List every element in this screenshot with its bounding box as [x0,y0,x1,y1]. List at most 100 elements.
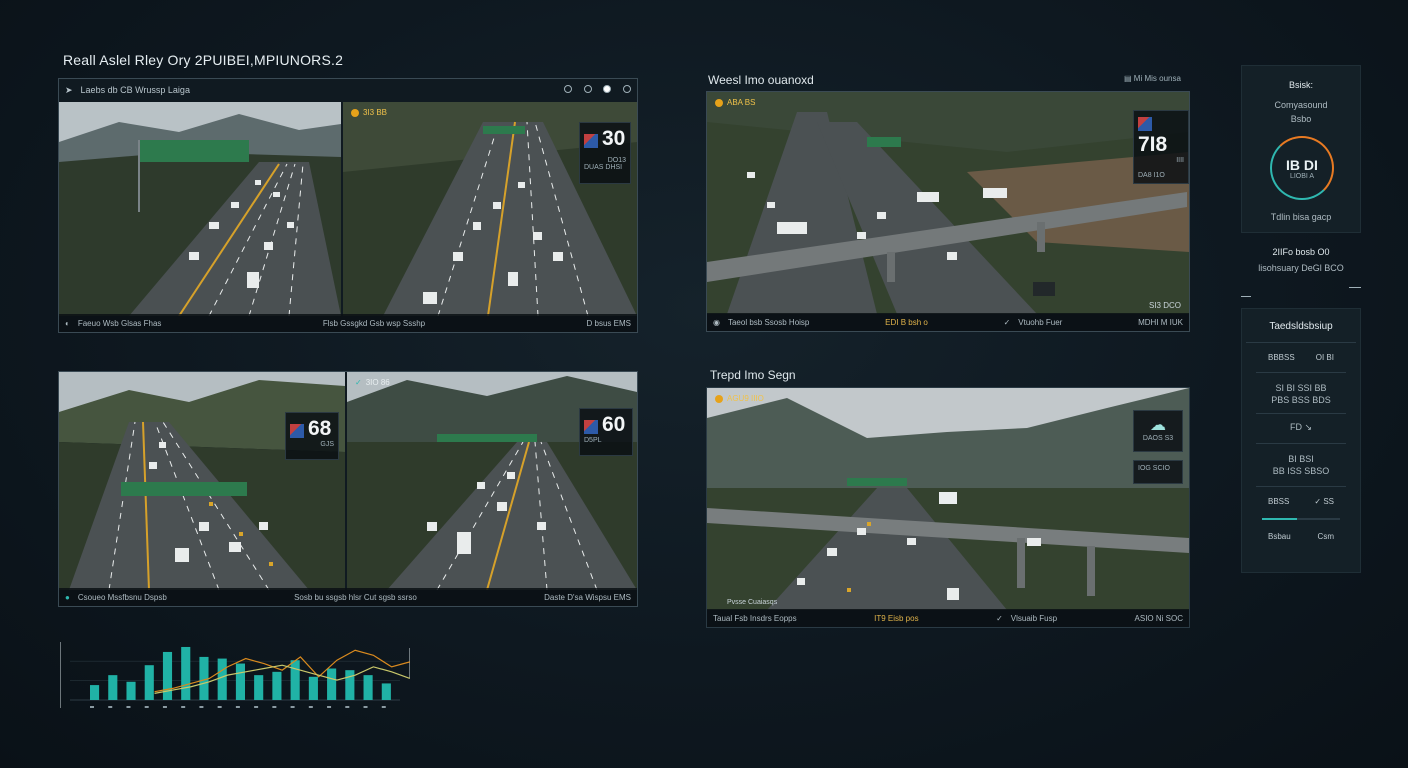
control-dot-2[interactable] [583,85,592,93]
chart-bar [162,651,173,700]
x-tick [90,706,94,708]
divider [1256,443,1346,444]
panel-footer: ● Csoueo Mssfbsnu Dspsb Sosb bu ssgsb hls… [59,588,637,606]
metric-row[interactable]: Bsbau Csm [1242,532,1360,541]
camera-panel-a: ➤ Laebs db CB Wrussp Laiga 3I3 BB 30 DO1… [58,78,638,333]
camera-feed-1[interactable] [59,102,341,316]
status-dot-icon: ● [65,592,70,602]
camera-panel-b: 68 GJS ✓ 3IO 86 60 D5PL ● Csoueo Mssfbsn… [58,371,638,607]
divider [1256,372,1346,373]
metric-row: SI BI SSI BB [1275,383,1327,393]
info-icon[interactable]: ◐ [65,319,70,328]
camera-feed-4[interactable]: ✓ 3IO 86 60 D5PL [347,372,637,590]
divider [1256,413,1346,414]
panel-c-tools[interactable]: ▤ Mi Mis ounsa [1124,74,1181,83]
control-dot-1[interactable] [564,85,573,93]
camera-feed-5[interactable]: ABA BS 7I8 IIII DA8 I1O SI3 DCO [707,92,1189,314]
chart-bar [254,675,264,700]
x-tick [363,706,368,708]
grid-icon[interactable]: ▤ [1124,74,1132,83]
camera-panel-d: AGU9 IIIO ☁ DAOS S3 IOG SCIO Pvsse Cuaia… [706,387,1190,628]
status-label: Bsisk: [1288,80,1313,90]
gauge-label: LIOBI A [1289,172,1315,180]
x-tick [272,706,277,708]
footer-right: ✓ Vtuohb Fuer [1003,317,1063,327]
chart-bar [290,660,300,700]
control-dot-3[interactable] [603,85,612,93]
chart-bar [327,668,337,700]
footer-left: ◐ Faeuo Wsb Glsas Fhas [65,318,162,328]
divider [1349,287,1361,288]
metric-row: PBS BSS BDS [1271,395,1331,405]
footer-far: ASIO Ni SOC [1134,613,1183,623]
footer-mid: EDI B bsh o [885,317,928,327]
highway-scene-3 [59,372,345,590]
footer-mid: Flsb Gssgkd Gsb wsp Ssshp [322,318,426,328]
speed-value: 30 [602,127,626,150]
chart-bar [108,675,118,700]
panel-footer: Taual Fsb Insdrs Eopps IT9 Eisb pos ✓ Vls… [707,609,1189,627]
speed-readout: 7I8 IIII DA8 I1O [1133,110,1189,184]
panel-d-title: Trepd Imo Segn [710,368,796,382]
overlay-label: Pvsse Cuaiasqs [727,599,778,606]
footer-right: Daste D'sa Wispsu EMS [544,592,631,602]
control-dot-4[interactable] [623,85,631,93]
camera-feed-6[interactable]: AGU9 IIIO ☁ DAOS S3 IOG SCIO Pvsse Cuaia… [707,388,1189,610]
speed-flag-icon [584,419,598,434]
camera-label: ABA BS [715,98,755,107]
footer-left: Taual Fsb Insdrs Eopps [713,613,797,623]
status-line-1: Comyasound [1274,100,1328,110]
chart-bar [235,663,245,700]
chart-bar [363,675,373,700]
footer-right: D bsus EMS [586,318,631,328]
footer-far: MDHI M IUK [1138,317,1183,327]
panel-c-title: Weesl Imo ouanoxd [708,73,814,87]
panel-header: ➤ Laebs db CB Wrussp Laiga [59,79,637,101]
progress-bar [1262,518,1340,520]
speed-value: 60 [602,413,626,436]
camera-id: 3IO 86 [365,378,390,387]
chart-bar [272,671,282,700]
speed-value: 7I8 [1138,133,1168,156]
window-controls [555,85,631,95]
highway-scene-1 [59,102,341,316]
speed-flag-icon [290,423,304,438]
panel-header-label: Laebs db CB Wrussp Laiga [80,85,190,95]
panel-footer: ◐ Faeuo Wsb Glsas Fhas Flsb Gssgkd Gsb ws… [59,314,637,332]
chart-bar [345,670,355,700]
camera-id: AGU9 IIIO [727,394,764,403]
camera-panel-c: ABA BS 7I8 IIII DA8 I1O SI3 DCO ◉ Taeol b… [706,91,1190,332]
divider [1256,486,1346,487]
chart-canvas [59,642,411,708]
x-tick [235,706,240,708]
arrow-icon[interactable]: ➤ [65,85,73,96]
metric-row: BI BSI [1288,454,1314,464]
divider [1241,296,1251,297]
x-tick [108,706,113,708]
camera-feed-2[interactable]: 3I3 BB 30 DO13 DUAS DHSI [343,102,637,316]
time-line-1: 2IIFo bosb O0 [1272,247,1330,257]
x-tick [327,706,332,708]
camera-label: 3I3 BB [351,108,387,117]
gauge-value: IB DI [1286,156,1318,173]
x-tick [345,706,350,708]
chart-bar [90,685,100,700]
speed-sub-2: DUAS DHSI [584,164,623,171]
cloud-icon: ☁ [1150,417,1166,434]
side-panel: Bsisk: Comyasound Bsbo IB DI LIOBI A Tdl… [1241,65,1361,573]
metrics-title: Taedsldsbsiup [1269,321,1333,332]
settings-icon[interactable]: ◉ [713,318,720,327]
checkmark-icon: ✓ [1003,317,1011,327]
camera-status-icon [351,108,359,117]
camera-status-icon [715,98,723,107]
camera-status-icon [715,394,723,403]
x-tick [126,706,131,708]
x-tick [199,706,204,708]
metric-row[interactable]: FD ↘ [1242,422,1360,433]
x-tick [290,706,295,708]
status-card: Bsisk: Comyasound Bsbo IB DI LIOBI A Tdl… [1241,65,1361,233]
chart-bar [181,646,191,700]
speed-flag-icon [584,133,598,148]
camera-feed-3[interactable]: 68 GJS [59,372,345,590]
time-line-2: lisohsuary DeGl BCO [1258,263,1344,273]
